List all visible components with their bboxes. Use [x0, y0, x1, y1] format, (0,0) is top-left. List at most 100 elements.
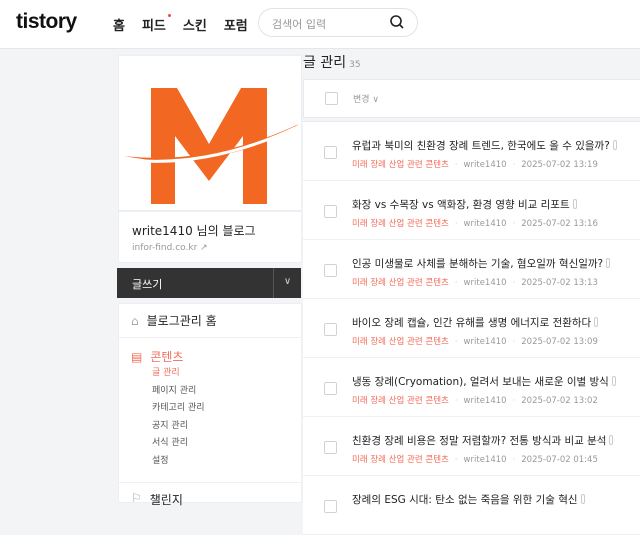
post-category[interactable]: 미래 장례 산업 관련 콘텐츠	[352, 160, 449, 170]
post-checkbox[interactable]	[324, 500, 337, 513]
post-date: 2025-07-02 13:19	[521, 160, 598, 170]
nav-feed[interactable]: 피드	[141, 14, 171, 34]
post-row: 바이오 장례 캡슐, 인간 유해를 생명 에너지로 전환하다미래 장례 산업 관…	[303, 299, 640, 358]
flag-icon: ⚐	[131, 491, 142, 505]
sidebar-subitem-pages[interactable]: 페이지 관리	[152, 383, 289, 401]
search-placeholder: 검색어 입력	[272, 18, 327, 31]
post-title-text: 화장 vs 수목장 vs 액화장, 환경 영향 비교 리포트	[352, 199, 570, 211]
separator: ·	[454, 396, 458, 406]
post-date: 2025-07-02 01:45	[521, 455, 598, 465]
post-checkbox[interactable]	[324, 441, 337, 454]
post-date: 2025-07-02 13:13	[521, 278, 598, 288]
separator: ·	[454, 337, 458, 347]
blog-image[interactable]	[118, 55, 302, 211]
post-category[interactable]: 미래 장례 산업 관련 콘텐츠	[352, 396, 449, 406]
post-date: 2025-07-02 13:16	[521, 219, 598, 229]
post-row: 유럽과 북미의 친환경 장례 트렌드, 한국에도 올 수 있을까? 미래 장례 산…	[303, 122, 640, 181]
post-checkbox[interactable]	[324, 205, 337, 218]
post-category[interactable]: 미래 장례 산업 관련 콘텐츠	[352, 455, 449, 465]
post-checkbox[interactable]	[324, 323, 337, 336]
separator: ·	[512, 396, 516, 406]
home-icon: ⌂	[131, 313, 139, 328]
post-title-text: 친환경 장례 비용은 정말 저렴할까? 전통 방식과 비교 분석	[352, 435, 607, 447]
post-row: 친환경 장례 비용은 정말 저렴할까? 전통 방식과 비교 분석미래 장례 산업…	[303, 417, 640, 476]
page-title-text: 글 관리	[303, 55, 347, 71]
attachment-icon	[611, 376, 616, 386]
post-meta: 미래 장례 산업 관련 콘텐츠 · write1410 · 2025-07-02 13:…	[352, 335, 598, 347]
blog-url-text: infor-find.co.kr	[132, 243, 198, 253]
separator: ·	[512, 278, 516, 288]
post-author: write1410	[463, 337, 507, 347]
post-title-text: 냉동 장례(Cryomation), 얼려서 보내는 새로운 이별 방식	[352, 376, 609, 388]
separator: ·	[454, 219, 458, 229]
post-row: 장례의 ESG 시대: 탄소 없는 죽음을 위한 기술 혁신	[303, 476, 640, 535]
post-date: 2025-07-02 13:02	[521, 396, 598, 406]
post-meta: 미래 장례 산업 관련 콘텐츠 · write1410 · 2025-07-02 13:…	[352, 394, 598, 406]
separator: ·	[512, 219, 516, 229]
post-title-text: 바이오 장례 캡슐, 인간 유해를 생명 에너지로 전환하다	[352, 317, 592, 329]
write-button[interactable]: 글쓰기	[117, 268, 273, 298]
post-checkbox[interactable]	[324, 146, 337, 159]
nav-feed-label: 피드	[141, 19, 166, 34]
tistory-logo[interactable]: tistory	[16, 10, 77, 34]
search-icon[interactable]	[389, 14, 405, 30]
blog-logo-image	[123, 88, 299, 204]
post-title-text: 인공 미생물로 사체를 분해하는 기술, 혐오일까 혁신일까?	[352, 258, 604, 270]
sidebar-subitem-settings[interactable]: 설정	[152, 453, 289, 471]
main-nav: 홈 피드 스킨 포럼	[113, 14, 248, 34]
blog-url[interactable]: infor-find.co.kr ↗	[132, 243, 288, 253]
sidebar-menu: ⌂ 블로그관리 홈 ▤ 콘텐츠 글 관리 페이지 관리 카테고리 관리 공지 관리 …	[118, 303, 302, 507]
sidebar-item-challenge[interactable]: ⚐ 챌린지	[119, 482, 301, 516]
post-title[interactable]: 냉동 장례(Cryomation), 얼려서 보내는 새로운 이별 방식	[352, 374, 616, 389]
post-meta: 미래 장례 산업 관련 콘텐츠 · write1410 · 2025-07-02 01:…	[352, 453, 598, 465]
change-dropdown[interactable]: 변경 ∨	[353, 92, 379, 105]
post-title[interactable]: 친환경 장례 비용은 정말 저렴할까? 전통 방식과 비교 분석	[352, 433, 614, 448]
post-meta: 미래 장례 산업 관련 콘텐츠 · write1410 · 2025-07-02 13:…	[352, 276, 598, 288]
change-label: 변경	[353, 95, 370, 105]
post-title[interactable]: 인공 미생물로 사체를 분해하는 기술, 혐오일까 혁신일까?	[352, 256, 611, 271]
post-title[interactable]: 바이오 장례 캡슐, 인간 유해를 생명 에너지로 전환하다	[352, 315, 599, 330]
attachment-icon	[572, 199, 577, 209]
sidebar-item-label: 챌린지	[149, 493, 183, 507]
post-author: write1410	[463, 455, 507, 465]
blog-name[interactable]: write1410 님의 블로그	[132, 222, 288, 239]
separator: ·	[512, 337, 516, 347]
post-row: 화장 vs 수목장 vs 액화장, 환경 영향 비교 리포트미래 장례 산업 관…	[303, 181, 640, 240]
nav-home[interactable]: 홈	[113, 15, 125, 34]
chevron-down-icon[interactable]: ∨	[273, 268, 301, 298]
select-all-checkbox[interactable]	[325, 92, 338, 105]
sidebar-subitem-templates[interactable]: 서식 관리	[152, 435, 289, 453]
post-checkbox[interactable]	[324, 382, 337, 395]
post-checkbox[interactable]	[324, 264, 337, 277]
external-link-icon: ↗	[200, 243, 208, 253]
attachment-icon	[609, 435, 614, 445]
sidebar-subitem-posts[interactable]: 글 관리	[152, 365, 289, 383]
post-author: write1410	[463, 219, 507, 229]
sidebar-item-label: 블로그관리 홈	[146, 314, 217, 328]
blog-info: write1410 님의 블로그 infor-find.co.kr ↗	[118, 211, 302, 263]
post-date: 2025-07-02 13:09	[521, 337, 598, 347]
page-title: 글 관리 35	[303, 52, 361, 72]
post-title[interactable]: 화장 vs 수목장 vs 액화장, 환경 영향 비교 리포트	[352, 197, 577, 212]
post-list: 유럽과 북미의 친환경 장례 트렌드, 한국에도 올 수 있을까? 미래 장례 산…	[303, 121, 640, 535]
nav-skin[interactable]: 스킨	[183, 15, 207, 34]
sidebar-subitem-notices[interactable]: 공지 관리	[152, 418, 289, 436]
separator: ·	[512, 455, 516, 465]
nav-forum[interactable]: 포럼	[224, 15, 248, 34]
separator: ·	[454, 455, 458, 465]
separator: ·	[454, 160, 458, 170]
attachment-icon	[606, 258, 611, 268]
sidebar-item-contents[interactable]: ▤ 콘텐츠	[131, 348, 289, 365]
sidebar-item-home[interactable]: ⌂ 블로그관리 홈	[119, 304, 301, 338]
post-meta: 미래 장례 산업 관련 콘텐츠 · write1410 · 2025-07-02 13:…	[352, 158, 598, 170]
sidebar-item-label: 콘텐츠	[150, 350, 184, 364]
post-category[interactable]: 미래 장례 산업 관련 콘텐츠	[352, 337, 449, 347]
post-category[interactable]: 미래 장례 산업 관련 콘텐츠	[352, 278, 449, 288]
new-dot-icon	[167, 14, 171, 17]
search-input[interactable]: 검색어 입력	[258, 8, 418, 37]
post-title[interactable]: 유럽과 북미의 친환경 장례 트렌드, 한국에도 올 수 있을까?	[352, 138, 617, 153]
post-category[interactable]: 미래 장례 산업 관련 콘텐츠	[352, 219, 449, 229]
top-header: tistory 홈 피드 스킨 포럼 검색어 입력	[0, 0, 640, 49]
sidebar-subitem-categories[interactable]: 카테고리 관리	[152, 400, 289, 418]
post-title[interactable]: 장례의 ESG 시대: 탄소 없는 죽음을 위한 기술 혁신	[352, 492, 585, 507]
